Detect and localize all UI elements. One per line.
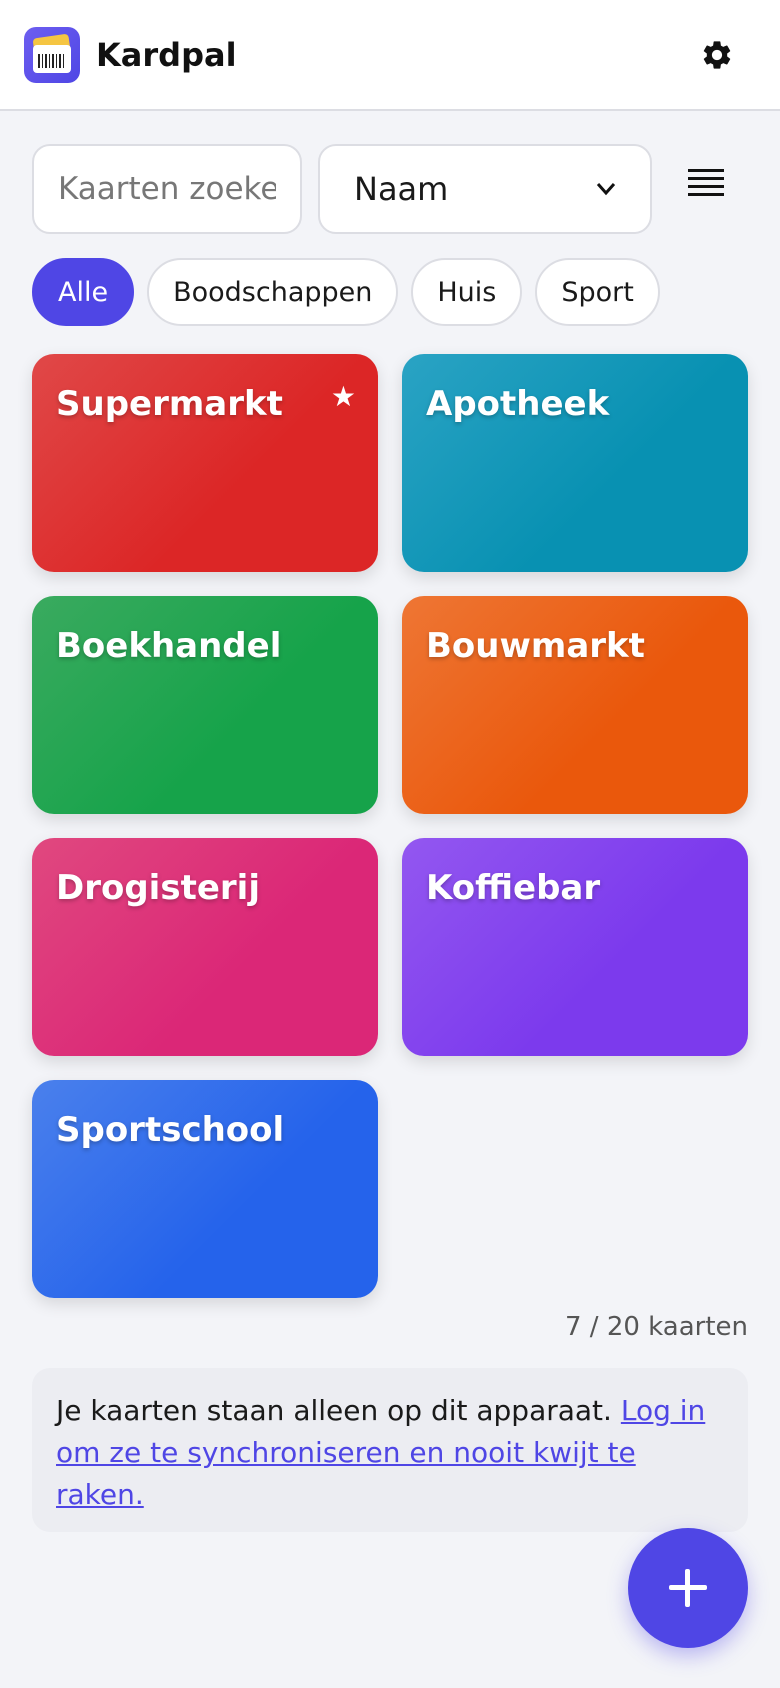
app-header: Kardpal bbox=[0, 0, 780, 111]
card-name: Boekhandel bbox=[56, 626, 282, 666]
chevron-down-icon bbox=[596, 183, 616, 196]
sort-select-value: Naam bbox=[354, 170, 449, 208]
card-name: Drogisterij bbox=[56, 868, 260, 908]
card-name: Supermarkt bbox=[56, 384, 283, 424]
toolbar: Naam bbox=[32, 144, 748, 234]
loyalty-card[interactable]: Drogisterij bbox=[32, 838, 378, 1056]
star-icon: ★ bbox=[330, 380, 356, 413]
card-name: Koffiebar bbox=[426, 868, 601, 908]
loyalty-card[interactable]: Boekhandel bbox=[32, 596, 378, 814]
sync-notice: Je kaarten staan alleen op dit apparaat.… bbox=[32, 1368, 748, 1532]
loyalty-card[interactable]: Apotheek bbox=[402, 354, 748, 572]
wallet-card-icon bbox=[24, 26, 80, 83]
filter-chip-boodschappen[interactable]: Boodschappen bbox=[147, 258, 399, 326]
gear-icon[interactable] bbox=[700, 38, 734, 72]
loyalty-card[interactable]: Supermarkt ★ bbox=[32, 354, 378, 572]
filter-chip-alle[interactable]: Alle bbox=[32, 258, 135, 326]
app-title: Kardpal bbox=[96, 35, 237, 74]
card-name: Bouwmarkt bbox=[426, 626, 645, 666]
loyalty-card[interactable]: Bouwmarkt bbox=[402, 596, 748, 814]
loyalty-card[interactable]: Koffiebar bbox=[402, 838, 748, 1056]
sync-notice-text: Je kaarten staan alleen op dit apparaat. bbox=[56, 1394, 621, 1427]
card-name: Apotheek bbox=[426, 384, 610, 424]
loyalty-card[interactable]: Sportschool bbox=[32, 1080, 378, 1298]
filter-chip-huis[interactable]: Huis bbox=[411, 258, 523, 326]
list-view-icon[interactable] bbox=[688, 169, 724, 201]
card-count: 7 / 20 kaarten bbox=[564, 1312, 748, 1342]
filter-chip-sport[interactable]: Sport bbox=[535, 258, 660, 326]
add-card-button[interactable] bbox=[628, 1528, 748, 1648]
sort-select[interactable]: Naam bbox=[318, 144, 652, 234]
card-grid: Supermarkt ★ Apotheek Boekhandel Bouwmar… bbox=[32, 354, 748, 1298]
card-name: Sportschool bbox=[56, 1110, 285, 1150]
search-input[interactable] bbox=[32, 144, 302, 234]
category-filter: Alle Boodschappen Huis Sport bbox=[32, 258, 660, 326]
